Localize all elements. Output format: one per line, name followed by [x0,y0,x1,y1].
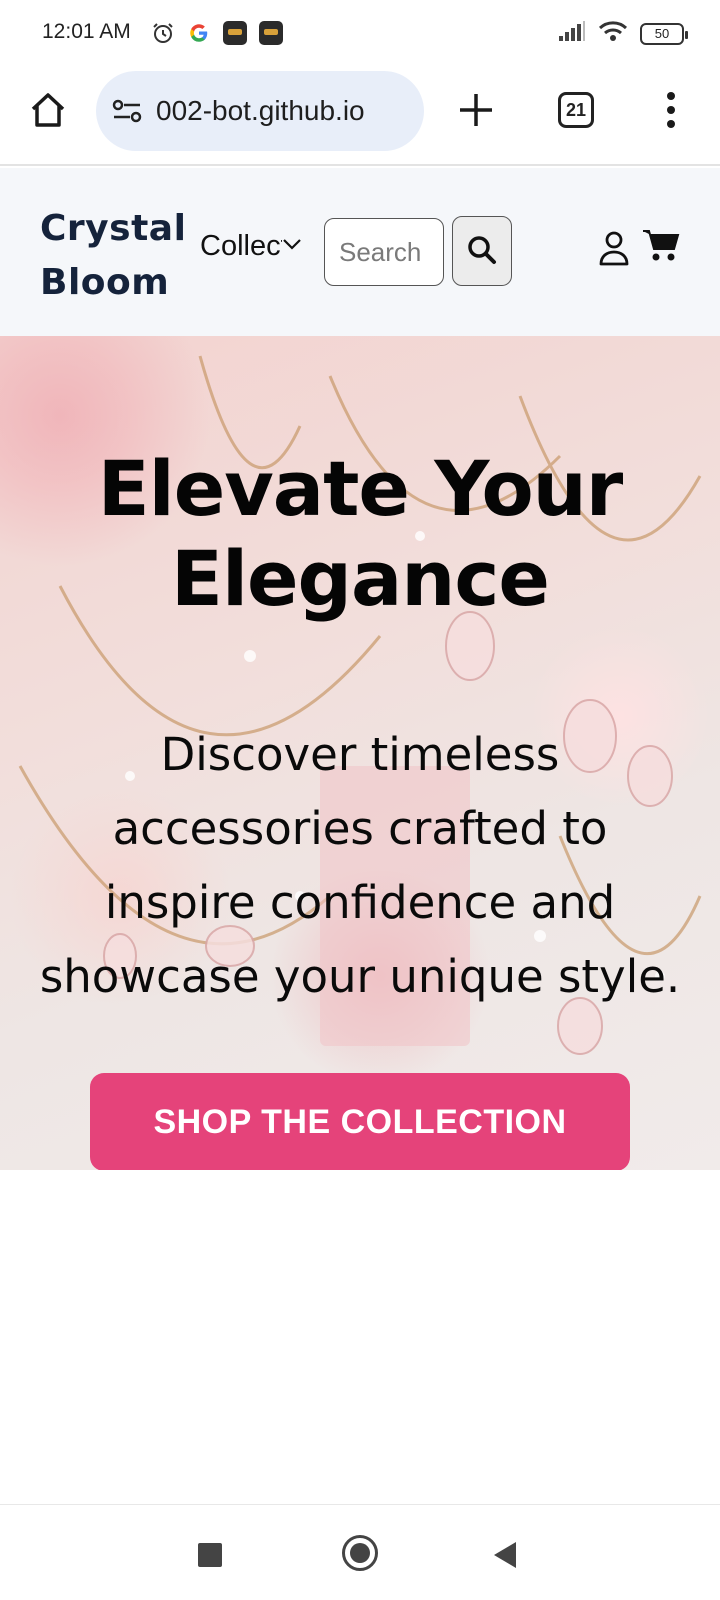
hero-subtitle-line-1: Discover timeless [160,728,560,781]
app-icon [258,20,284,46]
hero-subtitle-line-4: showcase your unique style. [39,950,681,1003]
brand-line-2: Bloom [40,262,170,303]
notification-icons [150,20,284,46]
url-text[interactable]: 002-bot.github.io [156,95,365,127]
hero-subtitle-line-3: inspire confidence and [104,876,616,929]
recents-icon[interactable] [198,1543,222,1567]
hero-subtitle-line-2: accessories crafted to [112,802,608,855]
site-header: Crystal Bloom Collections [0,168,720,336]
status-bar: 12:01 AM 50 [0,0,720,70]
battery-level: 50 [654,26,670,41]
shop-collection-button[interactable]: SHOP THE COLLECTION [90,1073,630,1170]
search-icon [466,234,498,269]
more-vert-icon[interactable] [656,88,686,132]
chevron-down-icon [282,237,302,256]
collections-dropdown[interactable]: Collections [200,230,310,263]
collections-label: Collections [200,230,282,262]
tune-icon[interactable] [110,94,144,128]
app-icon [222,20,248,46]
system-indicators: 50 [558,20,688,47]
tab-count: 21 [565,99,587,120]
google-icon [186,20,212,46]
brand-line-1: Crystal [40,208,187,249]
hero-title-line-2: Elegance [171,534,550,623]
home-circle-icon[interactable] [342,1535,378,1571]
brand-logo[interactable]: Crystal Bloom [40,202,186,310]
plus-icon[interactable] [454,88,498,132]
tabs-icon[interactable]: 21 [558,92,594,128]
search-button[interactable] [452,216,512,286]
hero-subtitle: Discover timeless accessories crafted to… [0,718,720,1014]
hero-banner: Elevate Your Elegance Discover timeless … [0,336,720,1170]
address-bar[interactable]: 002-bot.github.io [96,71,424,151]
battery-icon: 50 [640,22,688,45]
user-icon[interactable] [598,230,634,270]
cart-icon[interactable] [642,228,682,268]
browser-toolbar: 002-bot.github.io 21 [0,70,720,166]
system-nav-bar [0,1504,720,1600]
status-time: 12:01 AM [42,20,131,43]
signal-icon [558,20,586,47]
hero-title-line-1: Elevate Your [97,444,624,533]
back-icon[interactable] [494,1542,516,1568]
alarm-icon [150,20,176,46]
home-icon[interactable] [26,88,70,132]
search-input[interactable] [324,218,444,286]
hero-title: Elevate Your Elegance [0,444,720,624]
wifi-icon [598,20,628,47]
